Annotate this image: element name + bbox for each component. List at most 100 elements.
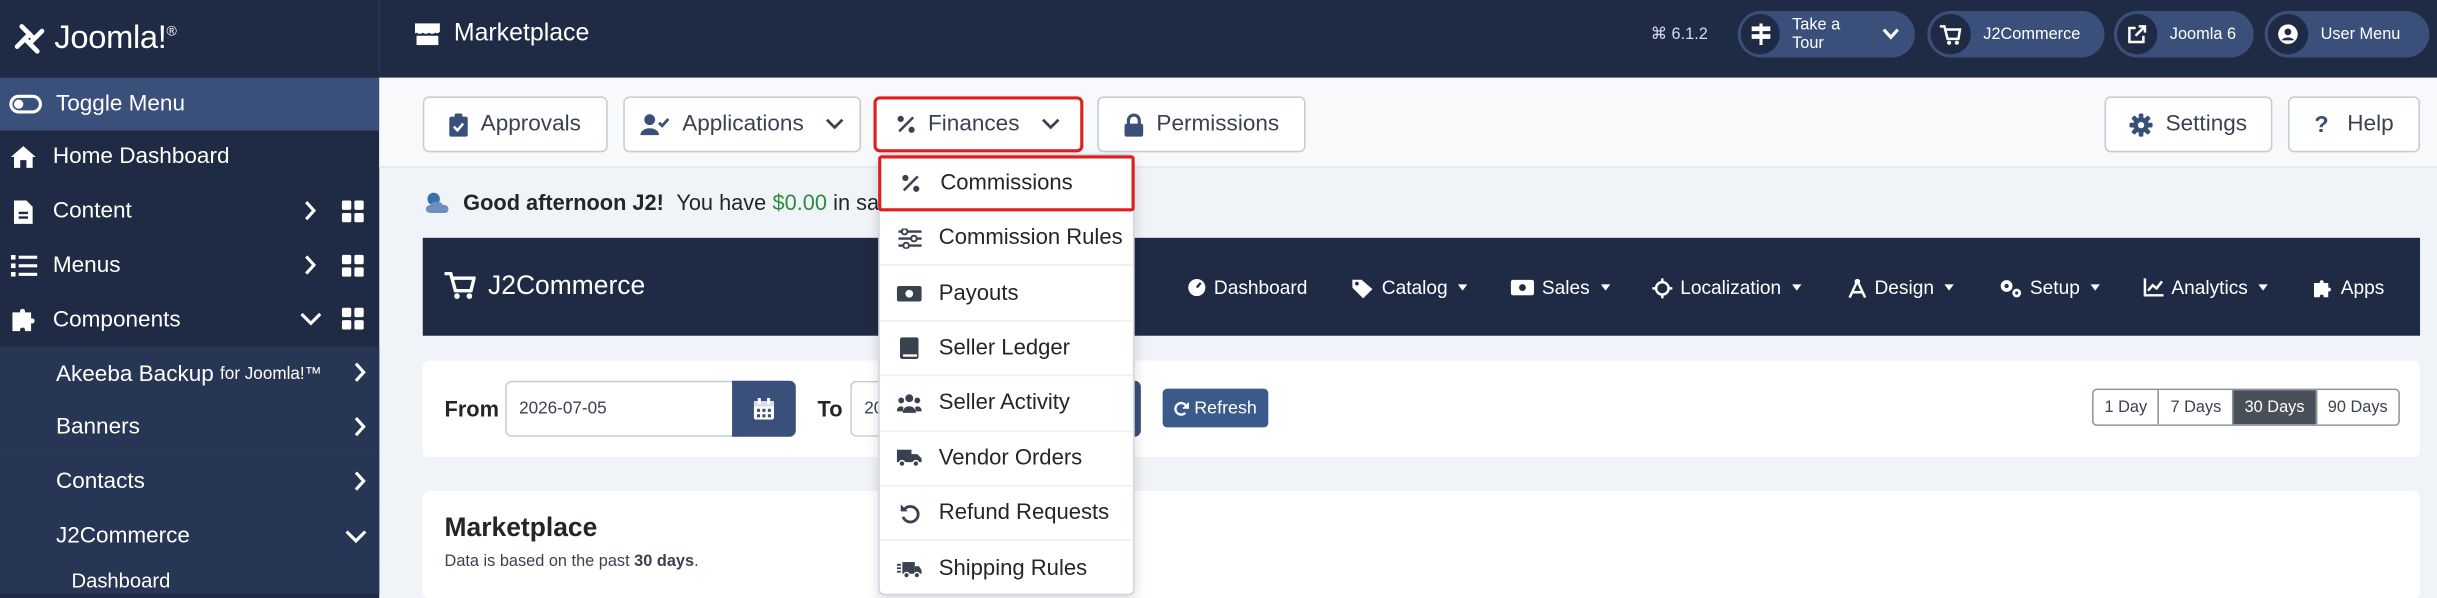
joomla-logo[interactable]: Joomla!®	[0, 0, 380, 78]
help-button[interactable]: ? Help	[2287, 96, 2421, 153]
from-date-input[interactable]: 2026-07-05	[505, 380, 734, 437]
chevron-down-icon[interactable]	[345, 529, 367, 543]
sidebar-item-label: J2Commerce	[55, 523, 190, 549]
menu-item-shipping-rules[interactable]: Shipping Rules	[880, 541, 1133, 596]
toggle-menu-button[interactable]: Toggle Menu	[0, 77, 380, 131]
range-90-days-button[interactable]: 90 Days	[2315, 390, 2399, 425]
range-1-day-button[interactable]: 1 Day	[2093, 390, 2159, 425]
cart-icon	[1930, 13, 1971, 55]
chevron-right-icon[interactable]	[303, 200, 317, 220]
sliders-icon	[897, 226, 922, 251]
range-30-days-button[interactable]: 30 Days	[2232, 390, 2316, 425]
greeting-hello: Good afternoon J2!	[463, 189, 664, 215]
chevron-right-icon[interactable]	[303, 254, 317, 274]
menu-item-seller-activity[interactable]: Seller Activity	[879, 376, 1134, 432]
user-check-icon	[640, 113, 670, 136]
menu-item-payouts[interactable]: Payouts	[879, 266, 1134, 322]
approvals-button[interactable]: Approvals	[422, 96, 608, 153]
menu-item-vendor-orders[interactable]: Vendor Orders	[879, 431, 1134, 487]
chevron-right-icon[interactable]	[353, 362, 367, 383]
to-calendar-button[interactable]	[1134, 380, 1141, 437]
undo-icon	[897, 501, 922, 526]
calendar-icon	[753, 397, 775, 420]
sidebar-item-j2commerce[interactable]: J2Commerce	[0, 509, 380, 564]
money-bill-icon	[896, 281, 922, 306]
question-icon: ?	[2314, 111, 2329, 138]
from-calendar-button[interactable]	[732, 380, 796, 437]
joomla-icon	[14, 24, 45, 54]
range-button-group: 1 Day 7 Days 30 Days 90 Days	[2092, 388, 2401, 426]
take-tour-button[interactable]: Take a Tour	[1737, 10, 1915, 58]
to-date-input[interactable]: 20	[850, 380, 883, 437]
menu-item-commission-rules[interactable]: Commission Rules	[879, 211, 1134, 267]
chevron-right-icon[interactable]	[353, 417, 367, 437]
sidebar-item-label: Home Dashboard	[52, 145, 230, 171]
finances-dropdown-menu: Commissions Commission Rules Payouts Sel…	[878, 153, 1135, 596]
sidebar-item-home-dashboard[interactable]: Home Dashboard	[0, 131, 379, 185]
nav-design[interactable]: Design	[1848, 277, 1955, 298]
gauge-icon	[1187, 278, 1206, 297]
nav-localization[interactable]: Localization	[1652, 277, 1802, 298]
nav-dashboard[interactable]: Dashboard	[1187, 277, 1307, 298]
sidebar-item-dashboard[interactable]: Dashboard	[0, 563, 380, 595]
book-icon	[897, 336, 922, 361]
sidebar-item-content[interactable]: Content	[0, 185, 379, 239]
joomla6-button[interactable]: Joomla 6	[2113, 10, 2254, 58]
menu-item-seller-ledger[interactable]: Seller Ledger	[879, 321, 1134, 377]
date-filter-panel: From 2026-07-05 To 20 Refresh 1 Day 7 Da…	[422, 360, 2421, 457]
sidebar-item-akeeba-backup[interactable]: Akeeba Backup for Joomla!™	[0, 346, 380, 401]
nav-analytics[interactable]: Analytics	[2143, 277, 2269, 298]
page-title: Marketplace	[413, 20, 589, 48]
nav-apps[interactable]: Apps	[2313, 277, 2384, 298]
settings-button[interactable]: Settings	[2104, 96, 2273, 153]
gears-icon	[1999, 277, 2022, 297]
sidebar-item-banners[interactable]: Banners	[0, 400, 380, 456]
user-menu-button[interactable]: User Menu	[2264, 10, 2430, 58]
sidebar-item-label: Contacts	[55, 469, 145, 495]
sidebar-item-label: Banners	[55, 415, 140, 441]
version-badge: ⌘ 6.1.2	[1650, 24, 1708, 44]
chevron-down-icon	[825, 118, 844, 130]
j2commerce-button[interactable]: J2Commerce	[1927, 10, 2105, 58]
sidebar-item-label: Components	[52, 307, 181, 333]
weather-cloud-sun-icon	[423, 190, 454, 215]
from-label: From	[444, 396, 499, 422]
chart-line-icon	[2143, 278, 2164, 297]
clipboard-check-icon	[449, 112, 469, 137]
brand-name: Joomla!®	[54, 20, 177, 56]
store-icon	[413, 22, 441, 47]
shipping-fast-icon	[896, 556, 922, 581]
j2commerce-title[interactable]: J2Commerce	[444, 270, 645, 301]
nav-sales[interactable]: Sales	[1510, 277, 1610, 298]
lock-icon	[1124, 112, 1144, 137]
dashboard-grid-icon[interactable]	[341, 308, 364, 331]
chevron-right-icon[interactable]	[353, 471, 367, 491]
chevron-down-icon[interactable]	[300, 313, 322, 327]
menu-item-commissions[interactable]: Commissions	[878, 155, 1135, 212]
nav-setup[interactable]: Setup	[1999, 277, 2101, 298]
sidebar-item-menus[interactable]: Menus	[0, 239, 379, 293]
dashboard-grid-icon[interactable]	[341, 254, 364, 277]
percent-icon	[897, 115, 916, 134]
nav-catalog[interactable]: Catalog	[1352, 277, 1468, 298]
j2commerce-navbar: J2Commerce Dashboard Catalog Sales Local…	[422, 237, 2421, 336]
applications-button[interactable]: Applications	[623, 96, 862, 153]
puzzle-icon	[9, 306, 37, 334]
sidebar: Joomla!® Toggle Menu Home Dashboard Cont…	[0, 0, 380, 598]
users-icon	[896, 391, 922, 416]
range-7-days-button[interactable]: 7 Days	[2158, 390, 2233, 425]
sidebar-item-contacts[interactable]: Contacts	[0, 455, 380, 510]
finances-button[interactable]: Finances	[873, 96, 1084, 153]
toolbar: Approvals Applications Finances Permissi…	[379, 77, 2437, 168]
menu-item-refund-requests[interactable]: Refund Requests	[879, 486, 1134, 542]
permissions-button[interactable]: Permissions	[1097, 96, 1306, 153]
sidebar-item-label: Akeeba Backup	[55, 361, 214, 387]
refresh-button[interactable]: Refresh	[1162, 388, 1269, 428]
sidebar-item-components[interactable]: Components	[0, 293, 379, 347]
percent-icon	[898, 171, 923, 196]
sidebar-item-label: Dashboard	[71, 569, 171, 593]
to-label: To	[817, 396, 843, 422]
signpost-icon	[1740, 13, 1780, 55]
money-bill-icon	[1510, 279, 1535, 296]
dashboard-grid-icon[interactable]	[341, 200, 364, 222]
